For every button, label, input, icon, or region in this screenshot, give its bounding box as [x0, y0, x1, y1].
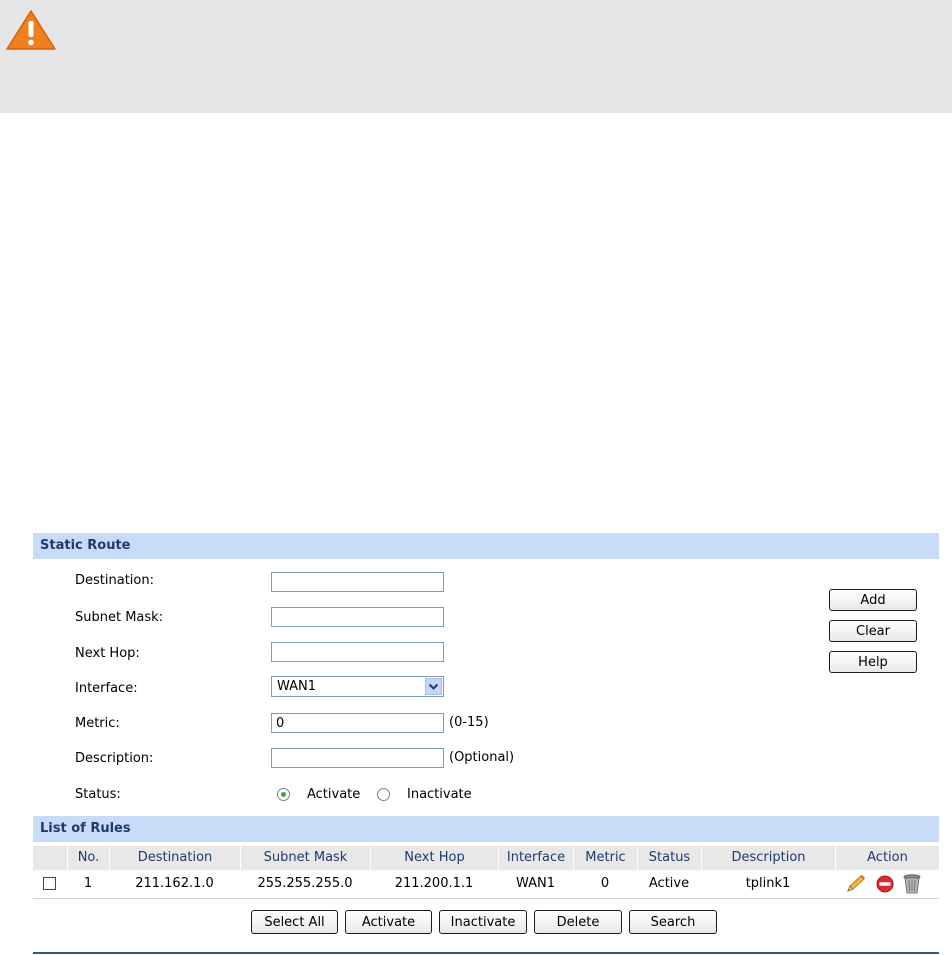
col-interface: Interface — [498, 846, 573, 870]
search-button[interactable]: Search — [629, 910, 717, 934]
cell-description: tplink1 — [745, 876, 791, 891]
col-next-hop: Next Hop — [370, 846, 498, 870]
col-metric: Metric — [573, 846, 637, 870]
col-description: Description — [701, 846, 835, 870]
col-no: No. — [67, 846, 109, 870]
warning-bar — [0, 0, 952, 113]
metric-input[interactable] — [271, 713, 444, 733]
destination-input[interactable] — [271, 572, 444, 592]
chevron-down-icon[interactable] — [425, 678, 442, 695]
next-hop-label: Next Hop: — [75, 646, 140, 661]
col-subnet-mask: Subnet Mask — [240, 846, 370, 870]
help-button[interactable]: Help — [829, 651, 917, 673]
subnet-mask-input[interactable] — [271, 607, 444, 627]
row-select-checkbox[interactable] — [43, 877, 56, 890]
cell-status: Active — [648, 876, 690, 891]
cell-no: 1 — [83, 876, 93, 891]
list-of-rules-header: List of Rules — [33, 816, 939, 842]
activate-button[interactable]: Activate — [345, 910, 432, 934]
delete-button[interactable]: Delete — [534, 910, 622, 934]
select-all-button[interactable]: Select All — [251, 910, 338, 934]
status-activate-label: Activate — [307, 787, 361, 802]
cell-subnet-mask: 255.255.255.0 — [257, 876, 353, 891]
cell-metric: 0 — [600, 876, 610, 891]
disable-icon[interactable] — [875, 875, 895, 893]
destination-label: Destination: — [75, 573, 154, 588]
rules-table-header: No. Destination Subnet Mask Next Hop Int… — [33, 846, 939, 870]
footer-divider — [33, 952, 939, 954]
cell-destination: 211.162.1.0 — [135, 876, 214, 891]
interface-select[interactable]: WAN1 — [271, 676, 444, 697]
delete-icon[interactable] — [902, 873, 922, 895]
col-select — [33, 846, 67, 870]
add-button[interactable]: Add — [829, 589, 917, 611]
subnet-mask-label: Subnet Mask: — [75, 610, 164, 625]
metric-label: Metric: — [75, 716, 120, 731]
status-activate-radio[interactable] — [277, 788, 290, 801]
next-hop-input[interactable] — [271, 642, 444, 662]
clear-button[interactable]: Clear — [829, 620, 917, 642]
cell-next-hop: 211.200.1.1 — [394, 876, 474, 891]
interface-select-value: WAN1 — [277, 679, 317, 694]
description-label: Description: — [75, 751, 154, 766]
static-route-header: Static Route — [33, 533, 939, 559]
status-inactivate-radio[interactable] — [377, 788, 390, 801]
col-action: Action — [835, 846, 939, 870]
table-row: 1 211.162.1.0 255.255.255.0 211.200.1.1 … — [33, 870, 939, 899]
col-destination: Destination — [109, 846, 240, 870]
description-input[interactable] — [271, 748, 444, 768]
status-label: Status: — [75, 787, 121, 802]
inactivate-button[interactable]: Inactivate — [439, 910, 527, 934]
edit-icon[interactable] — [845, 874, 867, 894]
metric-hint: (0-15) — [449, 715, 489, 730]
warning-icon — [6, 10, 56, 50]
cell-interface: WAN1 — [515, 876, 556, 891]
col-status: Status — [637, 846, 701, 870]
interface-label: Interface: — [75, 681, 138, 696]
description-hint: (Optional) — [449, 750, 515, 765]
status-inactivate-label: Inactivate — [407, 787, 472, 802]
